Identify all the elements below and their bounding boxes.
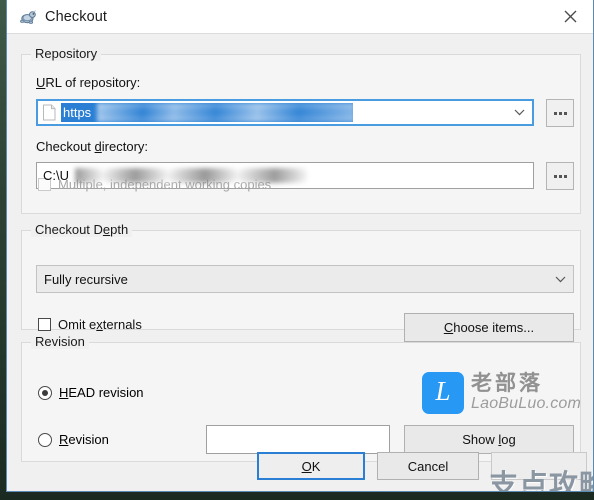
chevron-down-icon[interactable] — [547, 276, 573, 283]
help-button[interactable] — [491, 452, 587, 480]
revision-number-input[interactable] — [206, 425, 390, 454]
browse-directory-button[interactable] — [546, 162, 574, 190]
checkout-depth-value: Fully recursive — [44, 271, 128, 287]
cancel-label: Cancel — [407, 458, 449, 474]
checkout-dialog: Checkout Repository URL of repository: h… — [6, 0, 594, 492]
omit-externals-label: Omit externals — [58, 317, 142, 332]
ellipsis-icon — [553, 111, 567, 115]
url-value-wrapper: https — [61, 103, 506, 122]
directory-label: Checkout directory: — [36, 139, 149, 154]
cancel-button[interactable]: Cancel — [377, 452, 479, 480]
browse-url-button[interactable] — [546, 99, 574, 127]
ok-label: OK — [301, 458, 321, 474]
choose-items-button[interactable]: Choose items... — [404, 313, 574, 342]
close-icon[interactable] — [548, 0, 593, 32]
checkout-directory-value: C:\U — [43, 168, 69, 183]
radio-circle — [38, 432, 52, 447]
head-revision-radio[interactable]: HEAD revision — [38, 385, 144, 400]
choose-items-label: Choose items... — [443, 320, 535, 335]
checkout-depth-group-title: Checkout Depth — [31, 222, 133, 237]
dialog-body: Repository URL of repository: https Chec… — [7, 34, 593, 491]
multiple-working-copies-label: Multiple, independent working copies — [58, 177, 272, 192]
show-log-button[interactable]: Show log — [404, 425, 574, 454]
head-revision-label: HEAD revision — [59, 385, 144, 400]
multiple-working-copies-checkbox[interactable]: Multiple, independent working copies — [38, 177, 271, 192]
omit-externals-checkbox[interactable]: Omit externals — [38, 317, 142, 332]
revision-group-title: Revision — [31, 334, 89, 349]
repository-group-title: Repository — [31, 46, 102, 61]
show-log-label: Show log — [462, 432, 516, 447]
ellipsis-icon — [553, 174, 567, 178]
title-bar: Checkout — [7, 0, 593, 34]
checkbox-box — [38, 318, 51, 331]
window-title: Checkout — [45, 8, 108, 25]
radio-circle — [38, 385, 52, 400]
repository-group: Repository URL of repository: https Chec… — [21, 46, 581, 214]
revision-radio[interactable]: Revision — [38, 432, 109, 447]
url-input[interactable]: https — [36, 99, 534, 126]
document-icon — [42, 104, 57, 121]
revision-group: Revision HEAD revision Revision Show log — [21, 334, 581, 462]
checkout-depth-group: Checkout Depth Fully recursive Omit exte… — [21, 222, 581, 342]
ok-button[interactable]: OK — [257, 452, 365, 480]
url-value: https — [63, 105, 92, 120]
url-selection-highlight — [61, 103, 353, 122]
url-label: URL of repository: — [36, 75, 141, 90]
chevron-down-icon[interactable] — [506, 109, 532, 116]
revision-label: Revision — [59, 432, 109, 447]
checkout-depth-dropdown[interactable]: Fully recursive — [36, 265, 574, 293]
tortoise-svn-icon — [19, 8, 37, 26]
